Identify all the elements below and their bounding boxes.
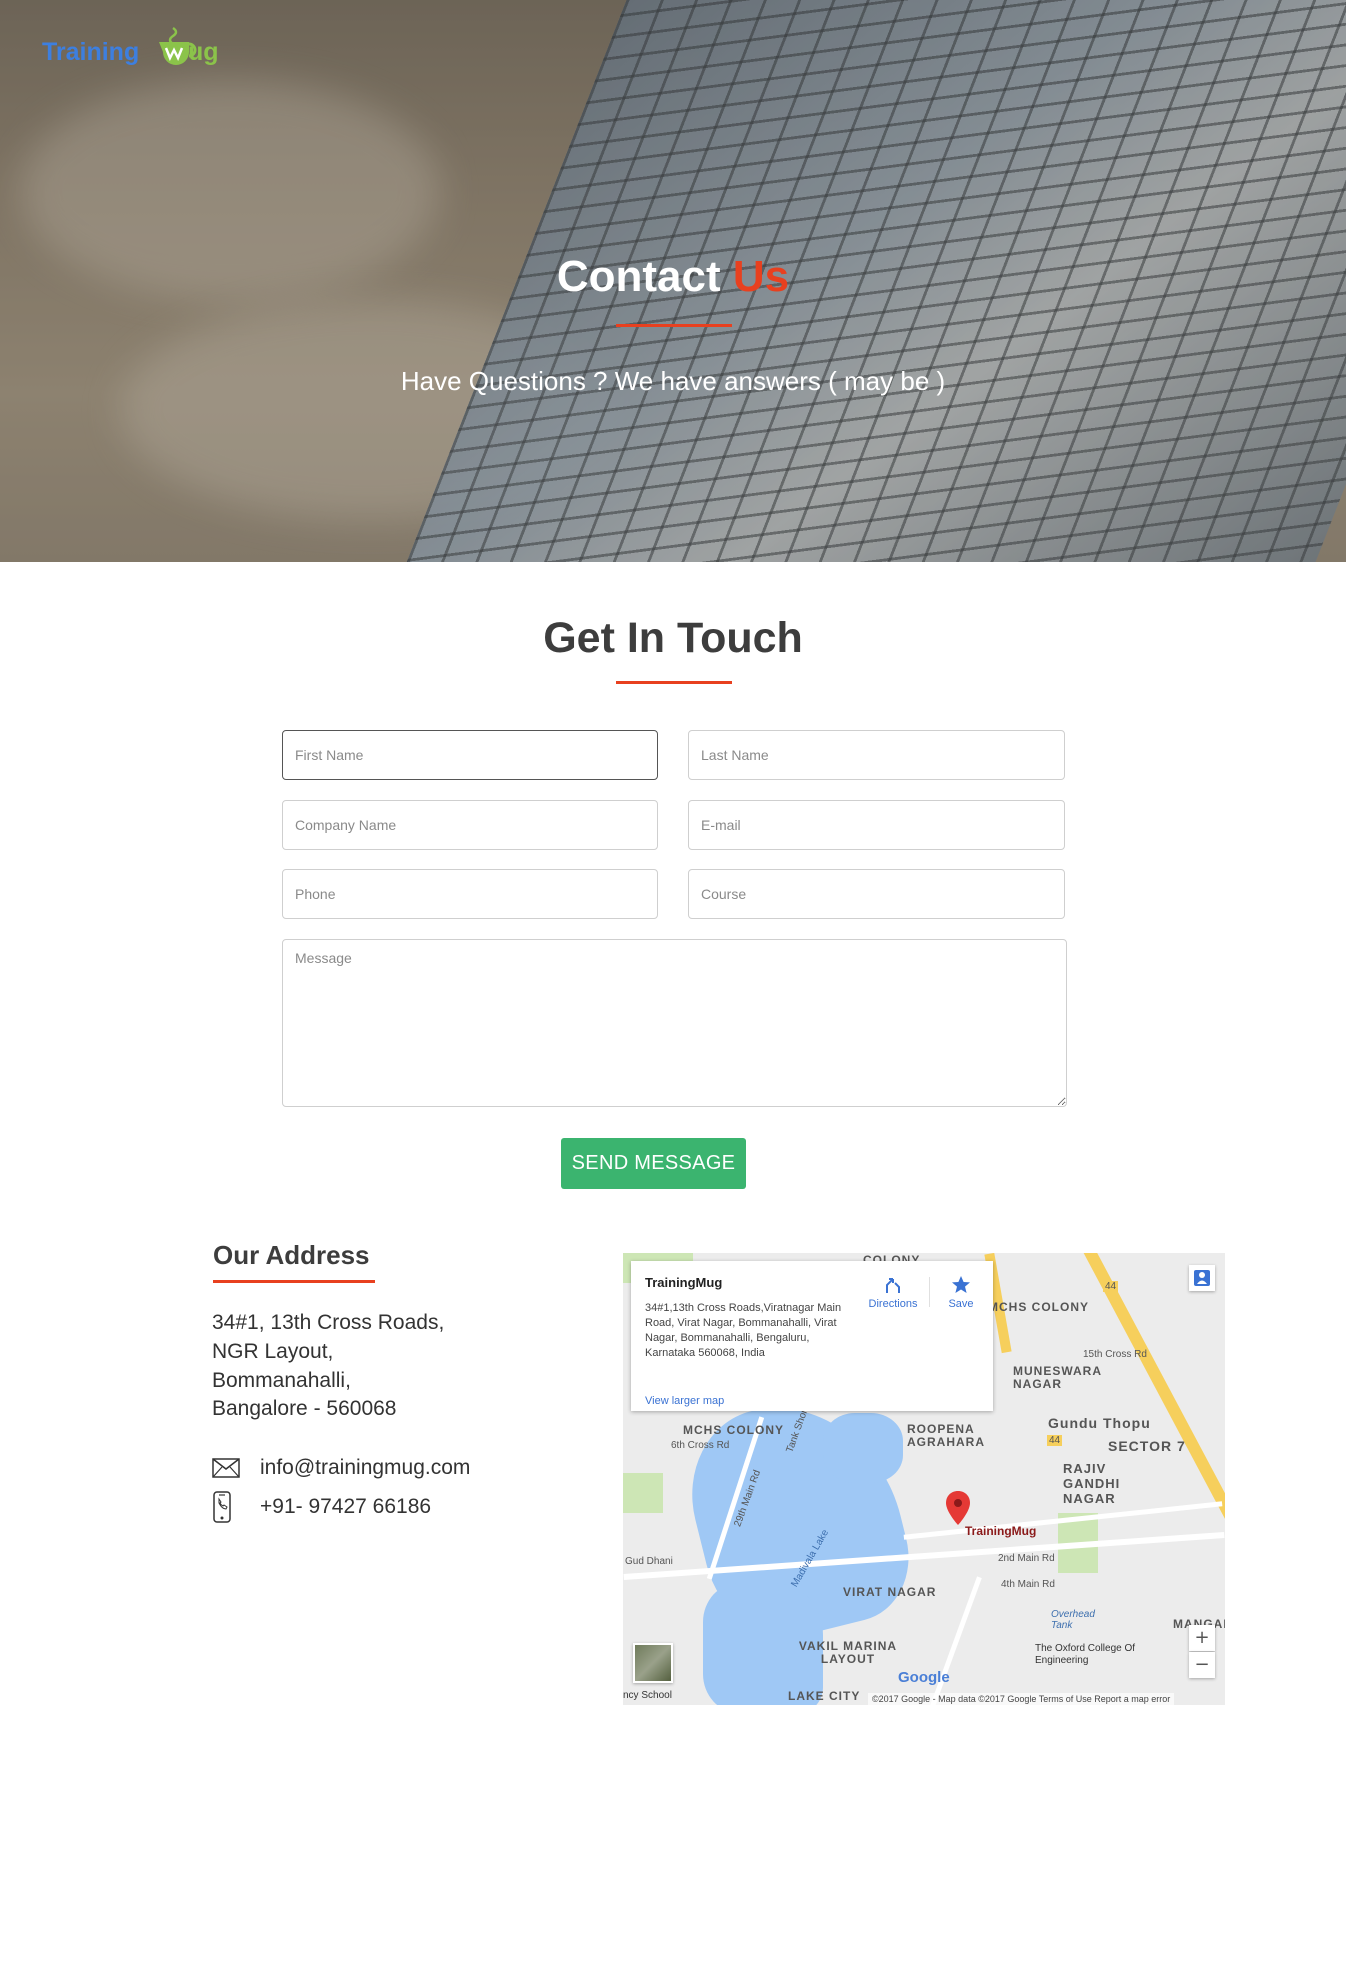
zoom-out-button[interactable]: − (1189, 1652, 1215, 1678)
map-label: Gud Dhani (625, 1556, 673, 1567)
location-map[interactable]: COLONY MCHS COLONY 15th Cross Rd MUNESWA… (623, 1253, 1225, 1705)
map-label: 2nd Main Rd (998, 1553, 1055, 1564)
save-button[interactable]: Save (941, 1275, 981, 1310)
map-label: 4th Main Rd (1001, 1579, 1055, 1590)
map-label: ncy School (623, 1690, 672, 1701)
google-logo: Google (898, 1669, 950, 1686)
map-label: Overhead Tank (1051, 1609, 1095, 1631)
view-larger-map-link[interactable]: View larger map (645, 1395, 724, 1407)
form-title-underline (616, 681, 732, 684)
zoom-in-button[interactable]: + (1189, 1625, 1215, 1651)
map-label: MCHS COLONY (683, 1423, 784, 1437)
first-name-input[interactable] (282, 730, 658, 780)
map-info-card: TrainingMug 34#1,13th Cross Roads,Viratn… (631, 1261, 993, 1411)
address-title: Our Address (213, 1240, 370, 1270)
map-label: RAJIV GANDHI NAGAR (1063, 1461, 1121, 1506)
road-shield: 44 (1103, 1281, 1119, 1292)
mobile-phone-icon (212, 1491, 242, 1523)
message-textarea[interactable] (282, 939, 1067, 1107)
map-label: MCHS COLONY (988, 1300, 1089, 1314)
course-input[interactable] (688, 869, 1065, 919)
title-accent: Us (732, 252, 790, 301)
map-label: Gundu Thopu (1048, 1415, 1151, 1431)
map-label: VAKIL MARINA LAYOUT (798, 1639, 898, 1666)
directions-icon (886, 1278, 900, 1293)
map-label: ROOPENA AGRAHARA (907, 1422, 985, 1449)
email-input[interactable] (688, 800, 1065, 850)
title-main: Contact (556, 252, 721, 301)
map-label: The Oxford College Of Engineering (1035, 1643, 1136, 1666)
map-park (623, 1473, 663, 1513)
page-title: Contact Us (0, 252, 1346, 302)
save-label: Save (948, 1298, 974, 1310)
logo-text-training: Training (42, 38, 140, 66)
map-label: 15th Cross Rd (1083, 1349, 1147, 1360)
email-link[interactable]: info@trainingmug.com (260, 1456, 470, 1480)
address-line: Bommanahalli, (212, 1369, 351, 1392)
star-icon (952, 1276, 970, 1293)
road-shield: 44 (1047, 1435, 1063, 1446)
lake-shape (823, 1413, 903, 1483)
last-name-input[interactable] (688, 730, 1065, 780)
address-title-underline (213, 1280, 375, 1283)
map-pin-label: TrainingMug (965, 1524, 1037, 1538)
directions-label: Directions (868, 1298, 918, 1310)
street-view-icon[interactable] (1189, 1265, 1215, 1291)
map-label: SECTOR 7 (1108, 1438, 1186, 1454)
hero-banner: Training ug Contact Us Have Questions ? … (0, 0, 1346, 562)
map-label: MUNESWARA NAGAR (1013, 1364, 1102, 1391)
map-card-address: 34#1,13th Cross Roads,Viratnagar Main Ro… (645, 1302, 842, 1359)
envelope-icon (212, 1453, 242, 1483)
address-line: Bangalore - 560068 (212, 1397, 397, 1420)
map-label: LAKE CITY (788, 1689, 861, 1703)
address-line: 34#1, 13th Cross Roads, (212, 1311, 445, 1334)
map-label: 6th Cross Rd (671, 1440, 730, 1451)
phone-row: +91- 97427 66186 (212, 1491, 431, 1523)
map-card-title: TrainingMug (645, 1275, 723, 1290)
address-line: NGR Layout, (212, 1340, 334, 1363)
email-row: info@trainingmug.com (212, 1453, 470, 1483)
form-title: Get In Touch (543, 614, 803, 662)
card-divider (929, 1277, 930, 1307)
map-attribution: ©2017 Google - Map data ©2017 Google Ter… (868, 1693, 1175, 1705)
phone-number[interactable]: +91- 97427 66186 (260, 1495, 431, 1519)
satellite-toggle[interactable] (633, 1643, 673, 1683)
company-name-input[interactable] (282, 800, 658, 850)
directions-button[interactable]: Directions (863, 1275, 923, 1310)
map-label: VIRAT NAGAR (843, 1585, 937, 1599)
phone-input[interactable] (282, 869, 658, 919)
logo[interactable]: Training ug (42, 8, 242, 74)
logo-text-mug: ug (188, 38, 219, 66)
map-pin-icon[interactable] (946, 1491, 970, 1527)
hero-subtitle: Have Questions ? We have answers ( may b… (400, 366, 946, 396)
title-underline (616, 324, 732, 327)
send-message-button[interactable]: SEND MESSAGE (561, 1138, 746, 1189)
